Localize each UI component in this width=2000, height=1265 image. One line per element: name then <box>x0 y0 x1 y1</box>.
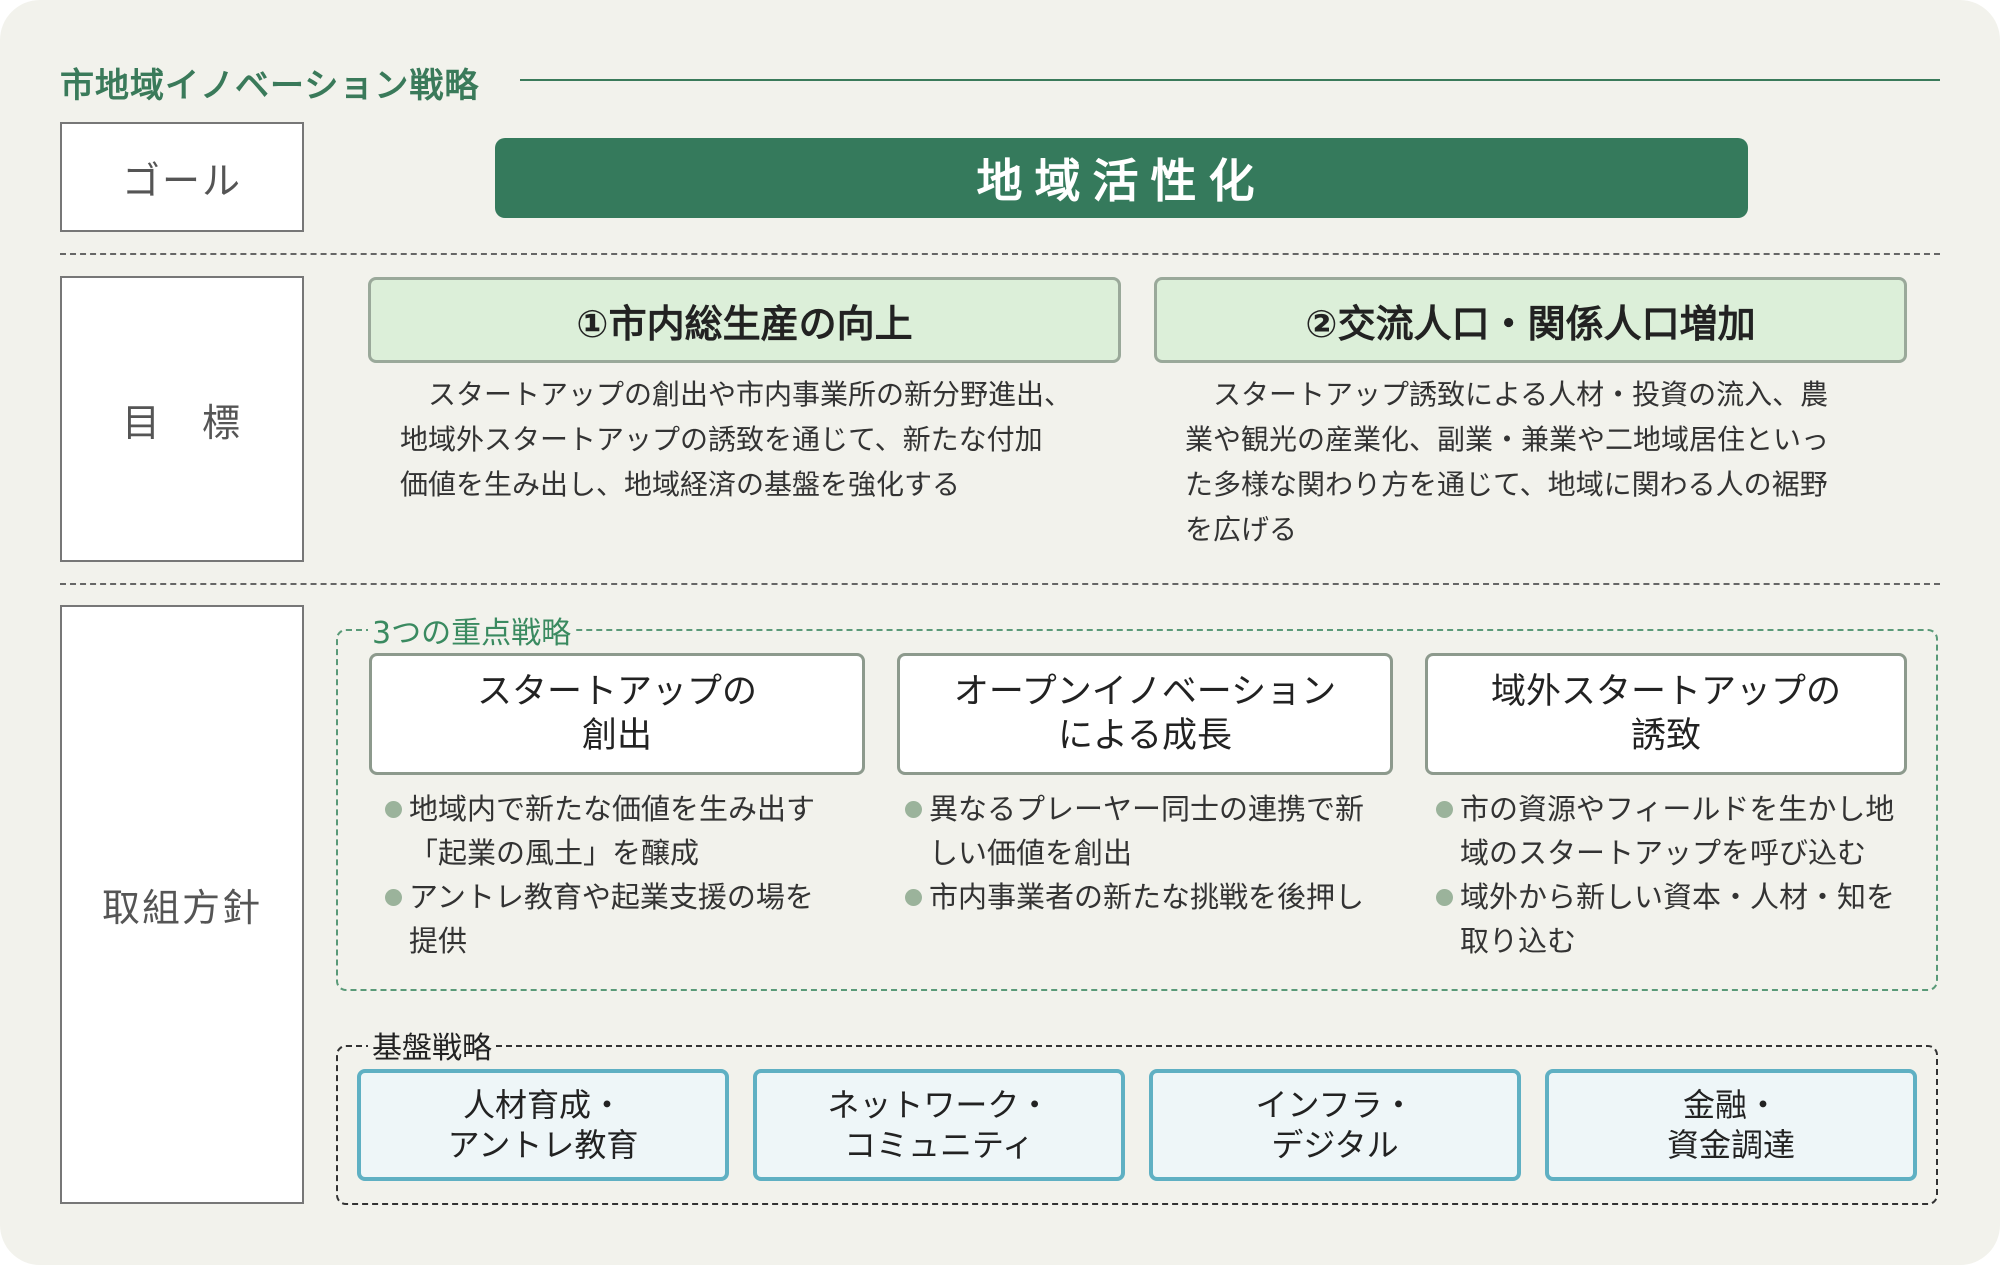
base-line: 人材育成・ <box>462 1086 623 1124</box>
diagram-panel: 市地域イノベーション戦略 ゴール 地域活性化 目 標 ①市内総生産の向上 スター… <box>0 0 2000 1265</box>
bullet-dot-icon <box>385 801 402 818</box>
bullet-line: 提供 <box>409 924 468 958</box>
divider-objectives <box>60 583 1940 585</box>
base-line: デジタル <box>1271 1126 1399 1164</box>
title-line: オープンイノベーション <box>953 672 1337 712</box>
base-strategies-label: 基盤戦略 <box>368 1023 496 1067</box>
base-line: 資金調達 <box>1666 1126 1795 1164</box>
title-line: 創出 <box>581 716 652 756</box>
bullet-line: 「起業の風土」を醸成 <box>409 836 700 870</box>
key-strategy-3-bullets: 市の資源やフィールドを生かし地 域のスタートアップを呼び込む 域外から新しい資本… <box>1436 787 1931 963</box>
objective-2-heading: ②交流人口・関係人口増加 <box>1154 277 1907 363</box>
base-strategy-network: ネットワーク・ コミュニティ <box>753 1069 1125 1181</box>
base-line: インフラ・ <box>1255 1086 1415 1124</box>
bullet-item: 市内事業者の新たな挑戦を後押し <box>905 875 1405 919</box>
bullet-line: 取り込む <box>1460 924 1577 958</box>
policy-label: 取組方針 <box>60 605 304 1204</box>
base-line: コミュニティ <box>843 1126 1035 1164</box>
title-line: スタートアップの <box>476 672 757 712</box>
key-strategy-2-bullets: 異なるプレーヤー同士の連携で新 しい価値を創出 市内事業者の新たな挑戦を後押し <box>905 787 1405 919</box>
base-strategy-finance: 金融・ 資金調達 <box>1545 1069 1917 1181</box>
base-strategy-talent: 人材育成・ アントレ教育 <box>357 1069 729 1181</box>
title-line: による成長 <box>1058 716 1232 756</box>
objective-1-description: スタートアップの創出や市内事業所の新分野進出、 地域外スタートアップの誘致を通じ… <box>400 372 1130 507</box>
bullet-item: 域外から新しい資本・人材・知を 取り込む <box>1436 875 1931 963</box>
goal-label: ゴール <box>60 122 304 232</box>
bullet-line: 地域内で新たな価値を生み出す <box>409 792 816 826</box>
bullet-item: 異なるプレーヤー同士の連携で新 しい価値を創出 <box>905 787 1405 875</box>
bullet-item: 市の資源やフィールドを生かし地 域のスタートアップを呼び込む <box>1436 787 1931 875</box>
key-strategies-label: 3つの重点戦略 <box>368 608 576 652</box>
title-line: 域外スタートアップの <box>1490 672 1841 712</box>
base-line: ネットワーク・ <box>827 1086 1051 1124</box>
key-strategy-1-bullets: 地域内で新たな価値を生み出す 「起業の風土」を醸成 アントレ教育や起業支援の場を… <box>385 787 885 963</box>
objective-1-heading: ①市内総生産の向上 <box>368 277 1121 363</box>
diagram-title: 市地域イノベーション戦略 <box>60 66 480 106</box>
bullet-line: 域外から新しい資本・人材・知を <box>1460 880 1896 914</box>
bullet-dot-icon <box>1436 801 1453 818</box>
bullet-line: 異なるプレーヤー同士の連携で新 <box>929 792 1365 826</box>
bullet-item: 地域内で新たな価値を生み出す 「起業の風土」を醸成 <box>385 787 885 875</box>
objective-2-line: を広げる <box>1185 513 1298 546</box>
objective-1-line: 価値を生み出し、地域経済の基盤を強化する <box>400 468 961 501</box>
bullet-line: アントレ教育や起業支援の場を <box>409 880 814 914</box>
bullet-line: しい価値を創出 <box>929 836 1133 870</box>
bullet-item: アントレ教育や起業支援の場を 提供 <box>385 875 885 963</box>
objective-2-line: た多様な関わり方を通じて、地域に関わる人の裾野 <box>1185 468 1828 501</box>
bullet-dot-icon <box>1436 889 1453 906</box>
base-strategy-infrastructure: インフラ・ デジタル <box>1149 1069 1521 1181</box>
bullet-line: 市内事業者の新たな挑戦を後押し <box>929 880 1365 914</box>
key-strategy-2-title: オープンイノベーション による成長 <box>897 653 1393 775</box>
objective-2-line: 業や観光の産業化、副業・兼業や二地域居住といっ <box>1185 423 1830 456</box>
bullet-dot-icon <box>385 889 402 906</box>
objective-2-line: スタートアップ誘致による人材・投資の流入、農 <box>1185 378 1829 411</box>
title-rule <box>520 79 1940 81</box>
bullet-dot-icon <box>905 889 922 906</box>
divider-goal <box>60 253 1940 255</box>
objectives-label: 目 標 <box>60 276 304 562</box>
base-line: 金融・ <box>1682 1086 1779 1124</box>
key-strategy-1-title: スタートアップの 創出 <box>369 653 865 775</box>
base-line: アントレ教育 <box>447 1126 639 1164</box>
key-strategy-3-title: 域外スタートアップの 誘致 <box>1425 653 1907 775</box>
bullet-line: 域のスタートアップを呼び込む <box>1460 836 1867 870</box>
goal-value: 地域活性化 <box>495 138 1748 218</box>
objective-1-line: スタートアップの創出や市内事業所の新分野進出、 <box>400 378 1073 411</box>
objective-1-line: 地域外スタートアップの誘致を通じて、新たな付加 <box>400 423 1043 456</box>
bullet-dot-icon <box>905 801 922 818</box>
objective-2-description: スタートアップ誘致による人材・投資の流入、農 業や観光の産業化、副業・兼業や二地… <box>1185 372 1925 552</box>
title-line: 誘致 <box>1630 716 1701 756</box>
bullet-line: 市の資源やフィールドを生かし地 <box>1460 792 1895 826</box>
